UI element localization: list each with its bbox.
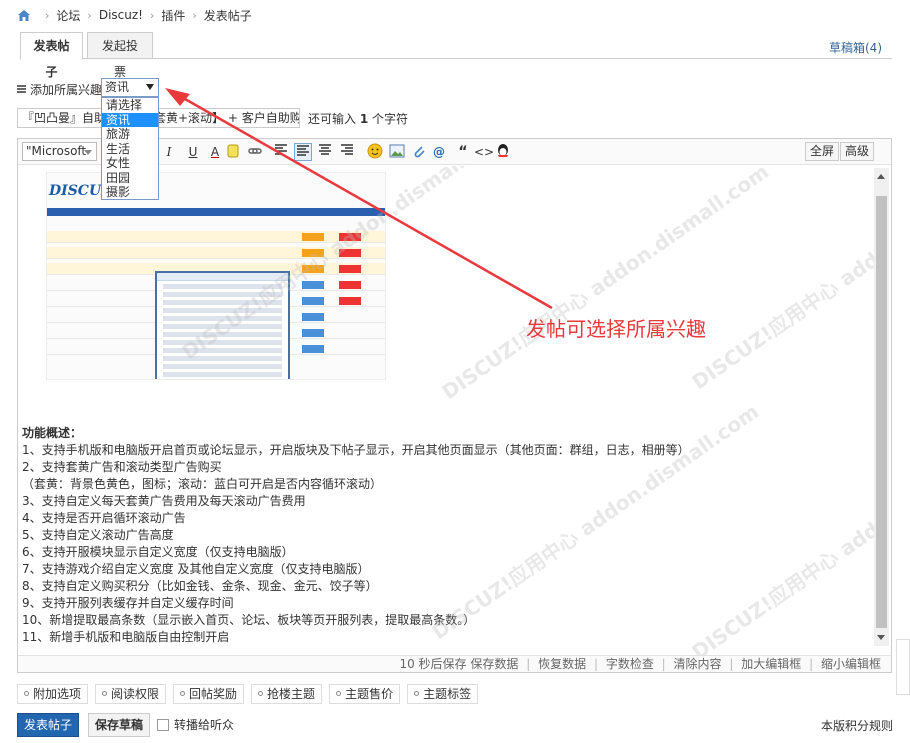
save-draft-button[interactable]: 保存草稿: [88, 713, 150, 737]
post-editor: "Microsoft B I U A @ “: [17, 138, 892, 673]
interest-dropdown-list: 请选择 资讯 旅游 生活 女性 田园 摄影: [101, 97, 159, 200]
attachment-icon[interactable]: [410, 143, 428, 161]
option-extra[interactable]: 附加选项: [17, 684, 89, 704]
bullet-icon: [180, 691, 186, 696]
breadcrumb-forum[interactable]: 论坛: [56, 7, 80, 24]
interest-label: 添加所属兴趣: [30, 82, 103, 97]
scroll-down-icon[interactable]: [877, 635, 885, 640]
breadcrumb-plugin[interactable]: 插件: [161, 7, 185, 24]
embedded-screenshot-image: DISCUZ!: [46, 172, 386, 380]
interest-selected-value: 资讯: [105, 80, 130, 94]
editor-content[interactable]: DISCUZ! 功能概述： 1、支持手机版和电脑版开启首页或论坛显示，开启版块及…: [18, 166, 874, 656]
enlarge-editor-link[interactable]: 加大编辑框: [741, 657, 801, 671]
post-type-tabs: 发表帖子 发起投票 草稿箱(4): [20, 32, 892, 79]
interest-select[interactable]: 资讯: [101, 78, 159, 97]
check-length-link[interactable]: 字数检查: [606, 657, 654, 671]
clear-content-link[interactable]: 清除内容: [674, 657, 722, 671]
underline-button[interactable]: U: [184, 143, 202, 161]
bullet-icon: [24, 691, 29, 696]
title-row: 『凹凸曼』自助广告位【套黄+滚动】 + 客户自助购买，游戏开服表， 还可输入 1…: [17, 108, 408, 128]
tab-new-thread[interactable]: 发表帖子: [20, 32, 83, 79]
align-justify-icon[interactable]: [294, 143, 312, 161]
spellcheck-icon[interactable]: [224, 143, 242, 161]
breadcrumb-separator: ›: [192, 8, 197, 22]
credit-rules-link[interactable]: 本版积分规则: [821, 717, 893, 734]
tab-new-poll[interactable]: 发起投票: [87, 32, 153, 79]
autosave-countdown: 10 秒后保存: [399, 657, 467, 671]
title-remaining-tip: 还可输入 1 个字符: [308, 110, 408, 127]
interest-row: 添加所属兴趣: [17, 79, 102, 99]
editor-statusbar: 10 秒后保存 保存数据 | 恢复数据 | 字数检查 | 清除内容 | 加大编辑…: [18, 655, 891, 672]
option-thread-price[interactable]: 主题售价: [329, 684, 401, 704]
bullet-icon: [414, 691, 420, 696]
feature-line: （套黄：背景色黄色，图标；滚动：蓝白可开启是否内容循环滚动）: [22, 477, 383, 491]
list-icon: [17, 85, 26, 93]
chevron-down-icon: [146, 84, 154, 90]
feature-line: 4、支持是否开启循环滚动广告: [22, 511, 186, 525]
align-right-icon[interactable]: [338, 143, 356, 161]
advanced-mode-button[interactable]: 高级: [840, 142, 875, 161]
fullscreen-button[interactable]: 全屏: [805, 142, 840, 161]
breadcrumb-separator: ›: [149, 8, 155, 22]
drafts-link[interactable]: 草稿箱(4): [829, 39, 882, 56]
align-center-icon[interactable]: [316, 143, 334, 161]
breadcrumb-discuz[interactable]: Discuz!: [99, 8, 143, 22]
broadcast-checkbox[interactable]: [157, 718, 169, 731]
quote-button[interactable]: “: [454, 143, 472, 161]
option-reply-reward[interactable]: 回帖奖励: [173, 684, 245, 704]
remaining-count: 1: [359, 111, 369, 126]
breadcrumb: › 论坛 › Discuz! › 插件 › 发表帖子: [18, 6, 252, 24]
font-color-button[interactable]: A: [206, 143, 224, 161]
bullet-icon: [336, 691, 342, 696]
smiley-icon[interactable]: [366, 143, 384, 161]
broadcast-label: 转播给听众: [174, 718, 235, 732]
font-family-select[interactable]: "Microsoft: [22, 142, 97, 161]
scroll-up-icon[interactable]: [877, 174, 885, 179]
interest-option[interactable]: 女性: [102, 156, 158, 171]
option-thread-tags[interactable]: 主题标签: [407, 684, 479, 704]
feature-line: 5、支持自定义滚动广告高度: [22, 528, 174, 542]
remaining-prefix: 还可输入: [308, 111, 357, 126]
interest-option-selected[interactable]: 资讯: [102, 112, 158, 127]
feature-line: 3、支持自定义每天套黄广告费用及每天滚动广告费用: [22, 494, 306, 508]
interest-option[interactable]: 旅游: [102, 127, 158, 142]
scrollbar-thumb[interactable]: [876, 196, 887, 628]
feature-line: 7、支持游戏介绍自定义宽度 及其他自定义宽度（仅支持电脑版）: [22, 562, 370, 576]
breadcrumb-separator: ›: [45, 8, 50, 22]
at-icon[interactable]: @: [430, 143, 448, 161]
image-icon[interactable]: [388, 143, 406, 161]
link-icon[interactable]: [246, 143, 264, 161]
bullet-icon: [258, 691, 264, 696]
feature-line: 2、支持套黄广告和滚动类型广告购买: [22, 460, 222, 474]
broadcast-checkbox-row[interactable]: 转播给听众: [157, 716, 234, 733]
annotation-text: 发帖可选择所属兴趣: [526, 317, 706, 341]
submit-post-button[interactable]: 发表帖子: [17, 713, 79, 737]
breadcrumb-separator: ›: [87, 8, 92, 22]
breadcrumb-current: 发表帖子: [203, 8, 252, 23]
remaining-suffix: 个字符: [372, 111, 409, 126]
italic-button[interactable]: I: [160, 143, 178, 161]
align-left-icon[interactable]: [272, 143, 290, 161]
option-floor-grab[interactable]: 抢楼主题: [251, 684, 323, 704]
bullet-icon: [102, 691, 108, 696]
save-data-link[interactable]: 保存数据: [470, 657, 518, 671]
side-scroll-control[interactable]: [896, 639, 910, 695]
shrink-editor-link[interactable]: 缩小编辑框: [821, 657, 881, 671]
qq-icon[interactable]: [494, 143, 512, 161]
editor-scrollbar[interactable]: [874, 168, 889, 646]
interest-option[interactable]: 请选择: [102, 98, 158, 113]
restore-data-link[interactable]: 恢复数据: [538, 657, 586, 671]
screenshot-navbar: [47, 208, 385, 216]
post-options: 附加选项 阅读权限 回帖奖励 抢楼主题 主题售价 主题标签: [17, 684, 485, 704]
home-icon[interactable]: [18, 9, 30, 21]
interest-option[interactable]: 摄影: [102, 185, 158, 200]
interest-option[interactable]: 田园: [102, 171, 158, 186]
feature-line: 1、支持手机版和电脑版开启首页或论坛显示，开启版块及下帖子显示，开启其他页面显示…: [22, 443, 690, 457]
interest-option[interactable]: 生活: [102, 142, 158, 157]
option-read-permission[interactable]: 阅读权限: [95, 684, 167, 704]
feature-line: 8、支持自定义购买积分（比如金钱、金条、现金、金元、饺子等）: [22, 579, 378, 593]
code-button[interactable]: <>: [474, 143, 494, 161]
feature-line: 6、支持开服模块显示自定义宽度（仅支持电脑版）: [22, 545, 294, 559]
